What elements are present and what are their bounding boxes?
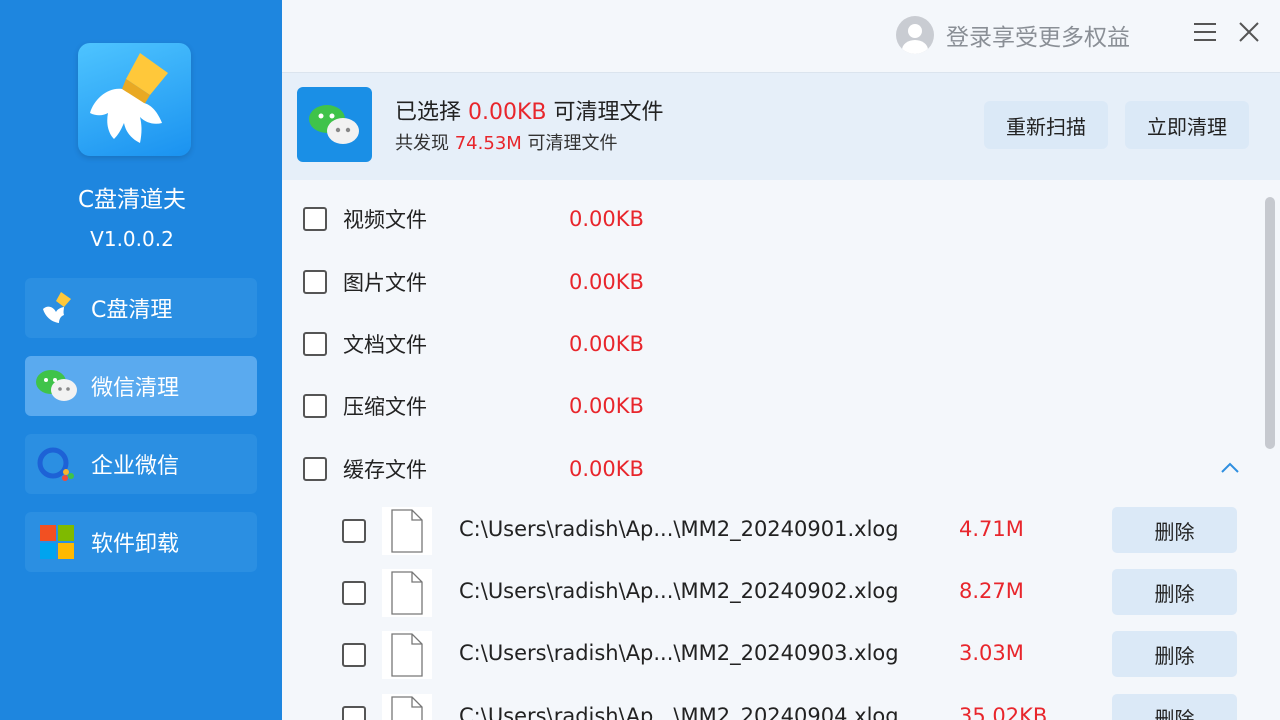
scan-summary: 已选择 0.00KB 可清理文件 共发现 74.53M 可清理文件 重新扫描 立… [282, 72, 1280, 180]
sidebar-item-label: 微信清理 [91, 376, 180, 401]
category-label: 视频文件 [343, 208, 427, 232]
file-path: C:\Users\radish\Ap...\MM2_20240904.xlog [459, 704, 899, 720]
sidebar-item-c-clean[interactable]: C盘清理 [25, 278, 257, 338]
category-size: 0.00KB [569, 270, 644, 294]
file-size: 3.03M [959, 641, 1024, 665]
file-icon [382, 631, 432, 679]
login-text: 登录享受更多权益 [946, 25, 1130, 51]
broom-icon [35, 288, 79, 328]
sidebar-item-label: C盘清理 [91, 298, 173, 323]
file-row: C:\Users\radish\Ap...\MM2_20240904.xlog … [342, 694, 1242, 720]
category-label: 文档文件 [343, 333, 427, 357]
category-label: 缓存文件 [343, 458, 427, 482]
file-category-list: 视频文件 0.00KB 图片文件 0.00KB 文档文件 0.00KB 压缩文件… [282, 180, 1280, 720]
category-row: 视频文件 0.00KB [303, 201, 1243, 237]
file-path: C:\Users\radish\Ap...\MM2_20240903.xlog [459, 641, 899, 665]
delete-button[interactable]: 删除 [1112, 569, 1237, 615]
file-icon [382, 694, 432, 720]
category-label: 图片文件 [343, 271, 427, 295]
title-bar: 登录享受更多权益 [282, 0, 1280, 72]
wechat-app-icon [297, 87, 372, 162]
file-path: C:\Users\radish\Ap...\MM2_20240901.xlog [459, 517, 899, 541]
file-icon [382, 507, 432, 555]
file-checkbox[interactable] [342, 643, 366, 667]
category-row: 压缩文件 0.00KB [303, 388, 1243, 424]
category-row: 缓存文件 0.00KB [303, 451, 1243, 487]
wechat-icon [35, 366, 79, 406]
file-size: 35.02KB [959, 704, 1048, 720]
sidebar-item-label: 企业微信 [91, 454, 180, 479]
scrollbar-thumb[interactable] [1265, 197, 1275, 449]
category-checkbox[interactable] [303, 207, 327, 231]
file-checkbox[interactable] [342, 519, 366, 543]
file-row: C:\Users\radish\Ap...\MM2_20240901.xlog … [342, 507, 1242, 555]
selected-size: 0.00KB [468, 100, 547, 125]
category-size: 0.00KB [569, 394, 644, 418]
user-avatar-icon [896, 16, 934, 54]
menu-icon[interactable] [1192, 19, 1218, 45]
category-size: 0.00KB [569, 457, 644, 481]
category-row: 图片文件 0.00KB [303, 264, 1243, 300]
delete-button[interactable]: 删除 [1112, 694, 1237, 720]
file-size: 4.71M [959, 517, 1024, 541]
category-checkbox[interactable] [303, 332, 327, 356]
found-size: 74.53M [454, 133, 522, 154]
category-checkbox[interactable] [303, 394, 327, 418]
category-size: 0.00KB [569, 332, 644, 356]
file-row: C:\Users\radish\Ap...\MM2_20240903.xlog … [342, 631, 1242, 679]
file-row: C:\Users\radish\Ap...\MM2_20240902.xlog … [342, 569, 1242, 617]
category-size: 0.00KB [569, 207, 644, 231]
windows-apps-icon [35, 522, 79, 562]
login-link[interactable]: 登录享受更多权益 [896, 14, 1130, 56]
file-checkbox[interactable] [342, 706, 366, 720]
file-checkbox[interactable] [342, 581, 366, 605]
category-row: 文档文件 0.00KB [303, 326, 1243, 362]
category-checkbox[interactable] [303, 457, 327, 481]
wecom-icon [35, 444, 79, 484]
category-label: 压缩文件 [343, 395, 427, 419]
clean-now-button[interactable]: 立即清理 [1125, 101, 1249, 149]
app-logo-broom-icon [78, 43, 191, 156]
app-version: V1.0.0.2 [90, 227, 174, 251]
app-name: C盘清道夫 [77, 187, 187, 213]
close-icon[interactable] [1236, 19, 1262, 45]
sidebar-item-wechat-clean[interactable]: 微信清理 [25, 356, 257, 416]
sidebar-item-uninstall[interactable]: 软件卸载 [25, 512, 257, 572]
found-summary: 共发现 74.53M 可清理文件 [395, 133, 618, 154]
selected-summary: 已选择 0.00KB 可清理文件 [395, 100, 664, 125]
sidebar: C盘清道夫 V1.0.0.2 C盘清理 微信清理 企业微信 软件卸载 [0, 0, 282, 720]
sidebar-item-wecom[interactable]: 企业微信 [25, 434, 257, 494]
file-icon [382, 569, 432, 617]
category-checkbox[interactable] [303, 270, 327, 294]
file-path: C:\Users\radish\Ap...\MM2_20240902.xlog [459, 579, 899, 603]
sidebar-item-label: 软件卸载 [91, 532, 180, 557]
rescan-button[interactable]: 重新扫描 [984, 101, 1108, 149]
delete-button[interactable]: 删除 [1112, 507, 1237, 553]
chevron-up-icon[interactable] [1219, 457, 1241, 479]
delete-button[interactable]: 删除 [1112, 631, 1237, 677]
file-size: 8.27M [959, 579, 1024, 603]
